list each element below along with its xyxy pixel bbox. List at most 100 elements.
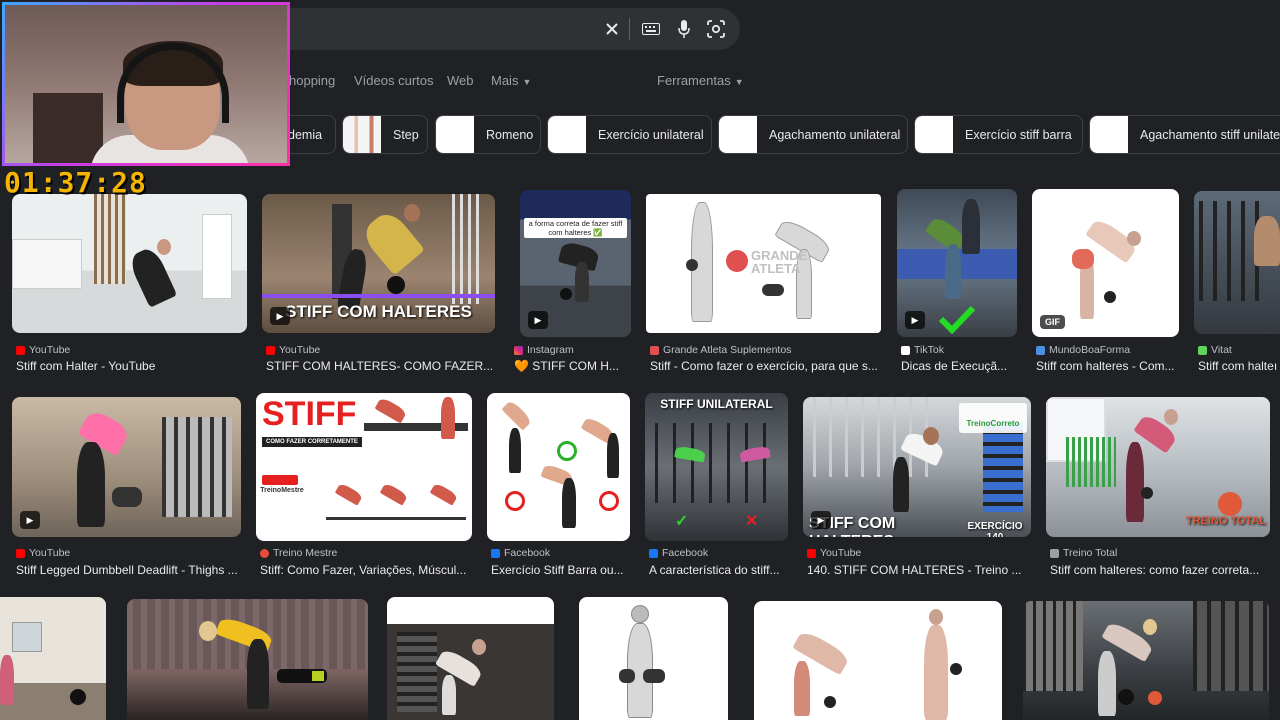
result-thumbnail: GIF (1032, 189, 1179, 337)
chip-label: Romeno (486, 127, 534, 142)
result-source: Treino Total (1050, 547, 1117, 559)
result-thumbnail: GRANDE ATLETA (646, 194, 881, 333)
tab-more-label: Mais (491, 73, 519, 88)
result-thumbnail: ▶ (12, 397, 241, 537)
result-source-name: Vitat (1211, 344, 1232, 356)
search-bar[interactable] (250, 8, 740, 50)
chip-exercicio-unilateral[interactable]: Exercício unilateral (547, 115, 712, 154)
play-icon: ▶ (270, 307, 290, 325)
site-icon (1198, 345, 1207, 355)
result-card[interactable] (387, 597, 554, 720)
result-thumbnail: STIFF COM HALTERES ▶ (262, 194, 495, 333)
tools-label: Ferramentas (657, 73, 731, 88)
result-source-name: Instagram (527, 344, 574, 356)
result-thumbnail (1194, 191, 1280, 334)
result-card[interactable] (754, 601, 1002, 720)
result-source-name: Treino Mestre (273, 547, 338, 559)
result-card[interactable]: Vitat Stiff com halteı (1194, 191, 1280, 374)
result-card[interactable]: ▶ YouTube Stiff Legged Dumbbell Deadlift… (12, 397, 241, 579)
facebook-icon (649, 548, 658, 558)
chip-step[interactable]: Step (342, 115, 428, 154)
result-card[interactable]: a forma correta de fazer stiff com halte… (510, 190, 631, 374)
tools-button[interactable]: Ferramentas ▼ (657, 73, 744, 88)
chip-exercicio-stiff-barra[interactable]: Exercício stiff barra (914, 115, 1083, 154)
chip-thumbnail (719, 116, 757, 153)
result-thumbnail: STIFF COMO FAZER CORRETAMENTE TreinoMest… (256, 393, 472, 541)
result-source: YouTube (807, 547, 861, 559)
chip-agachamento-unilateral[interactable]: Agachamento unilateral (718, 115, 908, 154)
youtube-icon (16, 345, 25, 355)
result-card[interactable]: YouTube Stiff com Halter - YouTube (12, 194, 247, 374)
result-thumbnail: STIFF UNILATERAL ✕ ✓ (645, 393, 788, 541)
thumbnail-overlay-text: GRANDE ATLETA (751, 248, 808, 276)
result-card[interactable]: GIF MundoBoaForma Stiff com halteres - C… (1032, 189, 1180, 374)
chip-romeno[interactable]: Romeno (435, 115, 541, 154)
instagram-icon (514, 345, 523, 355)
chip-agachamento-stiff-unilateral[interactable]: Agachamento stiff unilater (1089, 115, 1280, 154)
chevron-down-icon: ▼ (522, 77, 532, 87)
result-title: Stiff Legged Dumbbell Deadlift - Thighs … (16, 563, 238, 577)
result-title: 140. STIFF COM HALTERES - Treino ... (807, 563, 1022, 577)
result-source-name: Treino Total (1063, 547, 1118, 559)
result-card[interactable] (1023, 601, 1269, 720)
result-thumbnail (487, 393, 630, 541)
result-thumbnail (579, 597, 728, 720)
mic-icon[interactable] (673, 18, 695, 40)
result-thumbnail (127, 599, 368, 720)
result-source: MundoBoaForma (1036, 344, 1130, 356)
result-thumbnail (1023, 601, 1269, 720)
webcam-overlay (2, 2, 290, 166)
result-source-name: YouTube (29, 344, 71, 356)
tab-web[interactable]: Web (447, 73, 474, 88)
result-card[interactable] (0, 597, 106, 720)
result-title: 🧡 STIFF COM H... (514, 359, 619, 373)
chip-thumbnail (548, 116, 586, 153)
keyboard-icon[interactable] (640, 18, 662, 40)
site-icon (1050, 548, 1059, 558)
result-card[interactable]: Facebook Exercício Stiff Barra ou... (487, 393, 630, 579)
result-card[interactable]: GRANDE ATLETA Grande Atleta Suplementos … (646, 194, 881, 374)
gif-badge: GIF (1040, 315, 1065, 329)
tiktok-icon (901, 345, 910, 355)
chip-label: Agachamento stiff unilater (1140, 127, 1280, 142)
youtube-icon (807, 548, 816, 558)
result-card[interactable]: ▶ TikTok Dicas de Execuçã... (897, 189, 1017, 374)
chip-label: Exercício unilateral (598, 127, 704, 142)
result-thumbnail (754, 601, 1002, 720)
result-title: Stiff - Como fazer o exercício, para que… (650, 359, 878, 373)
chip-thumbnail (343, 116, 381, 153)
result-title: Exercício Stiff Barra ou... (491, 563, 624, 577)
brand-text: TreinoMestre (260, 487, 304, 494)
result-card[interactable]: STIFF COM HALTERES ▶ YouTube STIFF COM H… (262, 194, 495, 374)
site-icon (1036, 345, 1045, 355)
result-card[interactable]: STIFF COMO FAZER CORRETAMENTE TreinoMest… (256, 393, 472, 579)
result-title: Stiff com Halter - YouTube (16, 359, 156, 373)
lens-icon[interactable] (705, 18, 727, 40)
result-source-name: YouTube (820, 547, 862, 559)
chip-label: Agachamento unilateral (769, 127, 901, 142)
thumbnail-overlay-text: STIFF COM HALTERES (809, 515, 896, 537)
result-thumbnail (12, 194, 247, 333)
result-card[interactable]: TREINO TOTAL Treino Total Stiff com halt… (1046, 397, 1270, 579)
thumbnail-overlay-text: TREINO TOTAL (1185, 515, 1267, 527)
result-source: Instagram (514, 344, 574, 356)
tab-short-videos[interactable]: Vídeos curtos (354, 73, 434, 88)
result-card[interactable] (127, 599, 368, 720)
facebook-icon (491, 548, 500, 558)
thumbnail-overlay-text: a forma correta de fazer stiff com halte… (528, 219, 623, 237)
close-icon[interactable] (601, 18, 623, 40)
result-card[interactable]: STIFF UNILATERAL ✕ ✓ Facebook A caracter… (645, 393, 788, 579)
result-card[interactable]: TreinoCorreto STIFF COM HALTERES EXERCÍC… (803, 397, 1031, 579)
result-thumbnail: ▶ (897, 189, 1017, 337)
youtube-icon (16, 548, 25, 558)
tab-shopping[interactable]: hopping (289, 73, 335, 88)
chip-label: Exercício stiff barra (965, 127, 1072, 142)
result-title: Stiff: Como Fazer, Variações, Múscul... (260, 563, 467, 577)
result-source-name: Facebook (504, 547, 551, 559)
result-card[interactable] (579, 597, 728, 720)
result-thumbnail (387, 597, 554, 720)
how-to-text: COMO FAZER CORRETAMENTE (266, 439, 358, 445)
result-title: Stiff com halteı (1198, 359, 1278, 373)
result-thumbnail: TREINO TOTAL (1046, 397, 1270, 537)
tab-more[interactable]: Mais ▼ (491, 73, 531, 88)
